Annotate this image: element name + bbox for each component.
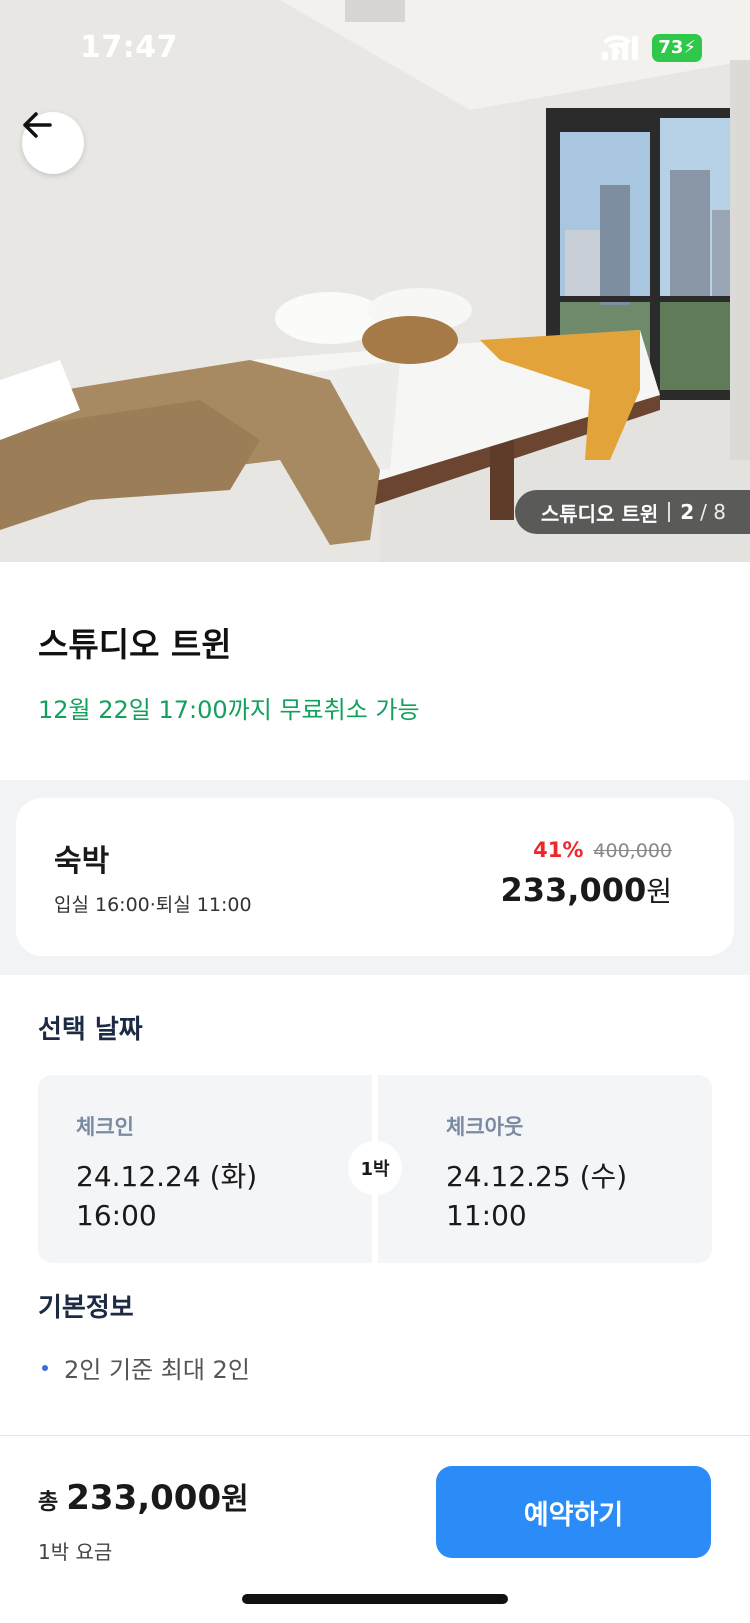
room-title-section: 스튜디오 트윈 12월 22일 17:00까지 무료취소 가능 <box>0 562 750 780</box>
checkout-label: 체크아웃 <box>446 1115 524 1139</box>
wifi-icon <box>603 35 632 56</box>
photo-index: 2 <box>680 500 695 524</box>
checkout-column: 체크아웃 24.12.25 (수) 11:00 <box>446 1111 627 1232</box>
badge-divider <box>668 502 671 522</box>
total-price: 총 233,000 원 <box>38 1474 249 1518</box>
selected-dates-title: 선택 날짜 <box>38 1015 143 1045</box>
basic-info-item: 2인 기준 최대 2인 <box>42 1350 250 1385</box>
final-price-currency: 원 <box>646 875 672 908</box>
room-title: 스튜디오 트윈 <box>38 625 232 664</box>
final-price: 233,000원 <box>500 870 672 910</box>
stay-type: 숙박 <box>54 844 110 879</box>
total-prefix: 총 <box>38 1490 59 1515</box>
checkout-time: 11:00 <box>446 1199 527 1232</box>
booking-info-section: 선택 날짜 체크인 24.12.24 (화) 16:00 1박 체크아웃 24.… <box>0 975 750 1435</box>
photo-caption: 스튜디오 트윈 <box>540 501 659 526</box>
reserve-button[interactable]: 예약하기 <box>436 1466 711 1558</box>
total-amount: 233,000 <box>66 1478 222 1518</box>
photo-counter-badge: 스튜디오 트윈 2 / 8 <box>514 490 750 534</box>
room-photo[interactable]: 17:47 73⚡ 스튜디오 트윈 2 / 8 <box>0 0 750 562</box>
final-price-amount: 233,000 <box>500 871 647 909</box>
back-button[interactable] <box>22 112 84 174</box>
checkin-column: 체크인 24.12.24 (화) 16:00 <box>76 1111 257 1232</box>
free-cancel-note: 12월 22일 17:00까지 무료취소 가능 <box>38 696 420 724</box>
room-photo-illustration <box>0 0 750 562</box>
price-card: 숙박 입실 16:00·퇴실 11:00 41% 400,000 233,000… <box>16 798 734 956</box>
bullet-dot-icon <box>42 1364 48 1371</box>
basic-info-title: 기본정보 <box>38 1293 134 1323</box>
battery-icon: 73⚡ <box>652 34 702 62</box>
basic-info-item-text: 2인 기준 최대 2인 <box>64 1356 250 1384</box>
checkin-checkout-time: 입실 16:00·퇴실 11:00 <box>54 894 252 916</box>
arrow-left-icon <box>23 112 52 138</box>
home-indicator[interactable] <box>242 1594 508 1604</box>
nights-badge: 1박 <box>348 1141 402 1195</box>
status-icons: 73⚡ <box>602 34 702 62</box>
discount-rate: 41% <box>533 838 584 862</box>
status-time: 17:47 <box>80 30 178 65</box>
price-section: 숙박 입실 16:00·퇴실 11:00 41% 400,000 233,000… <box>0 780 750 975</box>
bottom-booking-bar: 총 233,000 원 1박 요금 예약하기 <box>0 1435 750 1623</box>
checkin-time: 16:00 <box>76 1199 157 1232</box>
total-currency: 원 <box>221 1482 249 1517</box>
battery-level: 73 <box>658 37 684 58</box>
date-range-box[interactable]: 체크인 24.12.24 (화) 16:00 1박 체크아웃 24.12.25 … <box>38 1075 712 1263</box>
discount-row: 41% 400,000 <box>533 838 672 862</box>
per-night-label: 1박 요금 <box>38 1540 113 1564</box>
original-price: 400,000 <box>593 840 672 862</box>
photo-total: / 8 <box>700 500 726 524</box>
checkout-date: 24.12.25 (수) <box>446 1160 628 1193</box>
checkin-label: 체크인 <box>76 1115 134 1139</box>
checkin-date: 24.12.24 (화) <box>76 1160 258 1193</box>
